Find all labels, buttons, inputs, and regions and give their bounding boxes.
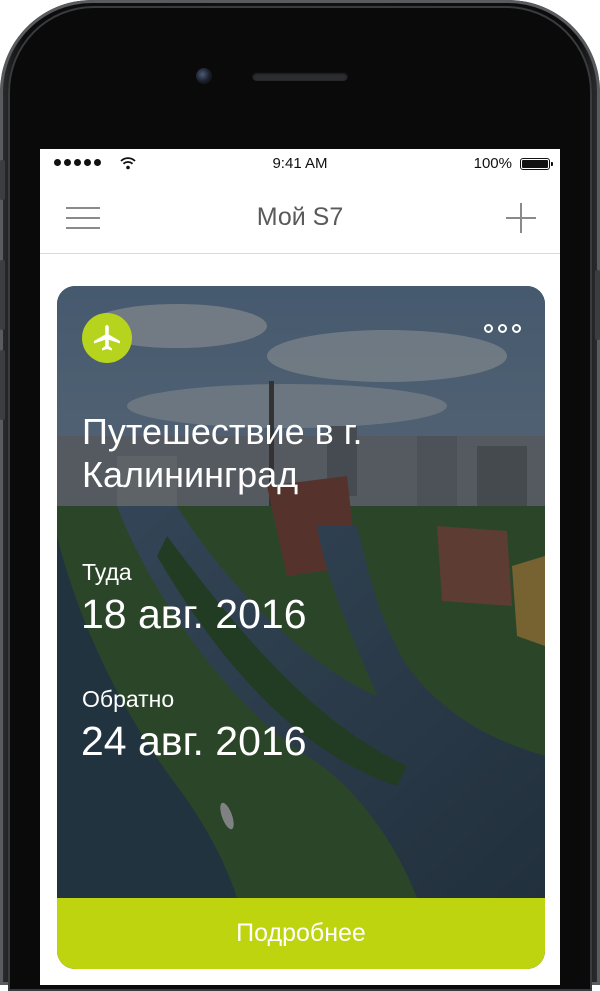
battery-percent: 100% (473, 155, 512, 172)
plus-icon[interactable] (506, 203, 536, 233)
more-icon[interactable] (484, 324, 521, 333)
trip-title-line1: Путешествие в г. (82, 411, 363, 452)
status-bar: 9:41 AM 100% (40, 149, 560, 179)
outbound-label: Туда (82, 559, 132, 585)
mute-switch (0, 160, 5, 200)
plane-icon (82, 313, 132, 363)
trip-title-line2: Калининград (82, 454, 299, 495)
return-label: Обратно (82, 686, 175, 712)
outbound-date: 18 авг. 2016 (81, 591, 307, 637)
screen: 9:41 AM 100% Мой S7 Путешествие в г. Кал… (40, 149, 560, 985)
earpiece-speaker (252, 72, 348, 81)
details-button[interactable]: Подробнее (57, 898, 545, 969)
battery-icon (520, 158, 553, 170)
trip-title: Путешествие в г. Калининград (82, 410, 512, 496)
navigation-bar: Мой S7 (40, 179, 560, 254)
volume-up-button (0, 260, 5, 330)
return-date: 24 авг. 2016 (81, 718, 307, 764)
page-title: Мой S7 (256, 203, 344, 231)
trip-card[interactable]: Путешествие в г. Калининград Туда 18 авг… (57, 286, 545, 969)
front-camera (196, 68, 212, 84)
volume-down-button (0, 350, 5, 420)
power-button (595, 270, 600, 340)
